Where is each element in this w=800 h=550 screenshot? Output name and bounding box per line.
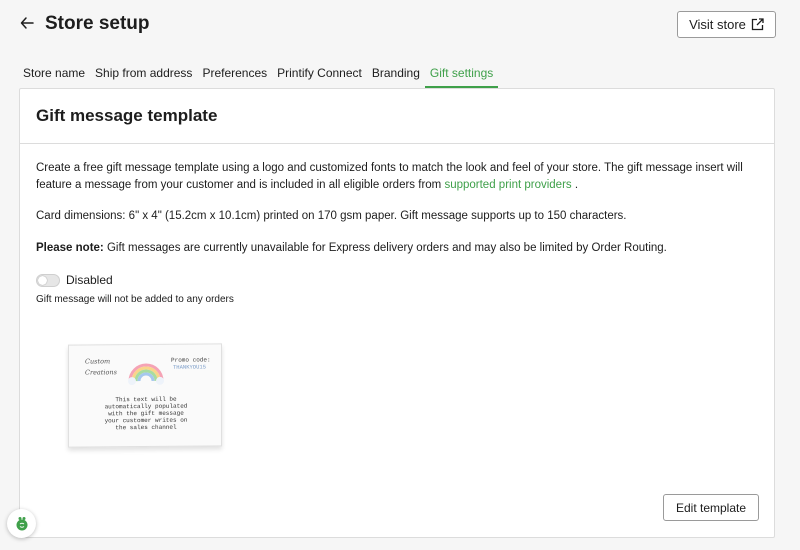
gift-message-toggle[interactable] [36, 273, 60, 287]
card-dimensions-text: Card dimensions: 6" x 4" (15.2cm x 10.1c… [36, 210, 627, 222]
gift-card-preview-image: Custom Creations Promo code: THANKYOU15 … [68, 343, 222, 448]
toggle-knob [38, 275, 47, 285]
preview-logo-line2: Creations [85, 368, 117, 377]
visit-store-button[interactable]: Visit store [677, 11, 776, 38]
preview-logo-line1: Custom [85, 357, 111, 366]
card-title: Gift message template [36, 106, 218, 125]
page-title: Store setup [45, 13, 150, 34]
edit-template-button[interactable]: Edit template [663, 494, 759, 521]
note-label: Please note: [36, 242, 104, 254]
tab-branding[interactable]: Branding [367, 62, 425, 88]
preview-message: This text will be automatically populate… [91, 396, 201, 432]
gift-card-preview: Custom Creations Promo code: THANKYOU15 … [68, 343, 224, 450]
visit-store-label: Visit store [689, 17, 746, 32]
note-text: Gift messages are currently unavailable … [103, 242, 667, 254]
gift-message-toggle-row: Disabled [36, 273, 113, 287]
tab-gift-settings[interactable]: Gift settings [424, 62, 499, 88]
toggle-status-label: Disabled [66, 273, 113, 287]
help-button[interactable] [7, 509, 36, 538]
top-bar: Store setup Visit store [0, 0, 800, 50]
printify-help-icon [16, 516, 27, 530]
settings-tabs: Store name Ship from address Preferences… [18, 62, 499, 88]
tab-preferences[interactable]: Preferences [197, 62, 272, 88]
external-link-icon [751, 18, 764, 31]
supported-print-providers-link[interactable]: supported print providers [444, 179, 571, 191]
preview-promo-code: THANKYOU15 [173, 363, 207, 371]
preview-message-line: the sales channel [115, 423, 177, 432]
tab-ship-from-address[interactable]: Ship from address [90, 62, 197, 88]
description-text: Create a free gift message template usin… [36, 162, 743, 191]
toggle-help-text: Gift message will not be added to any or… [36, 294, 234, 305]
rainbow-icon [128, 363, 164, 386]
description-paragraph: Create a free gift message template usin… [36, 160, 761, 194]
tab-printify-connect[interactable]: Printify Connect [272, 62, 367, 88]
arrow-left-icon [20, 17, 34, 29]
gift-message-card: Gift message template Create a free gift… [19, 88, 775, 538]
back-button[interactable] [16, 12, 38, 34]
card-header: Gift message template [20, 89, 774, 144]
tab-store-name[interactable]: Store name [18, 62, 90, 88]
description-end: . [574, 179, 579, 191]
note-paragraph: Please note: Gift messages are currently… [36, 240, 761, 257]
